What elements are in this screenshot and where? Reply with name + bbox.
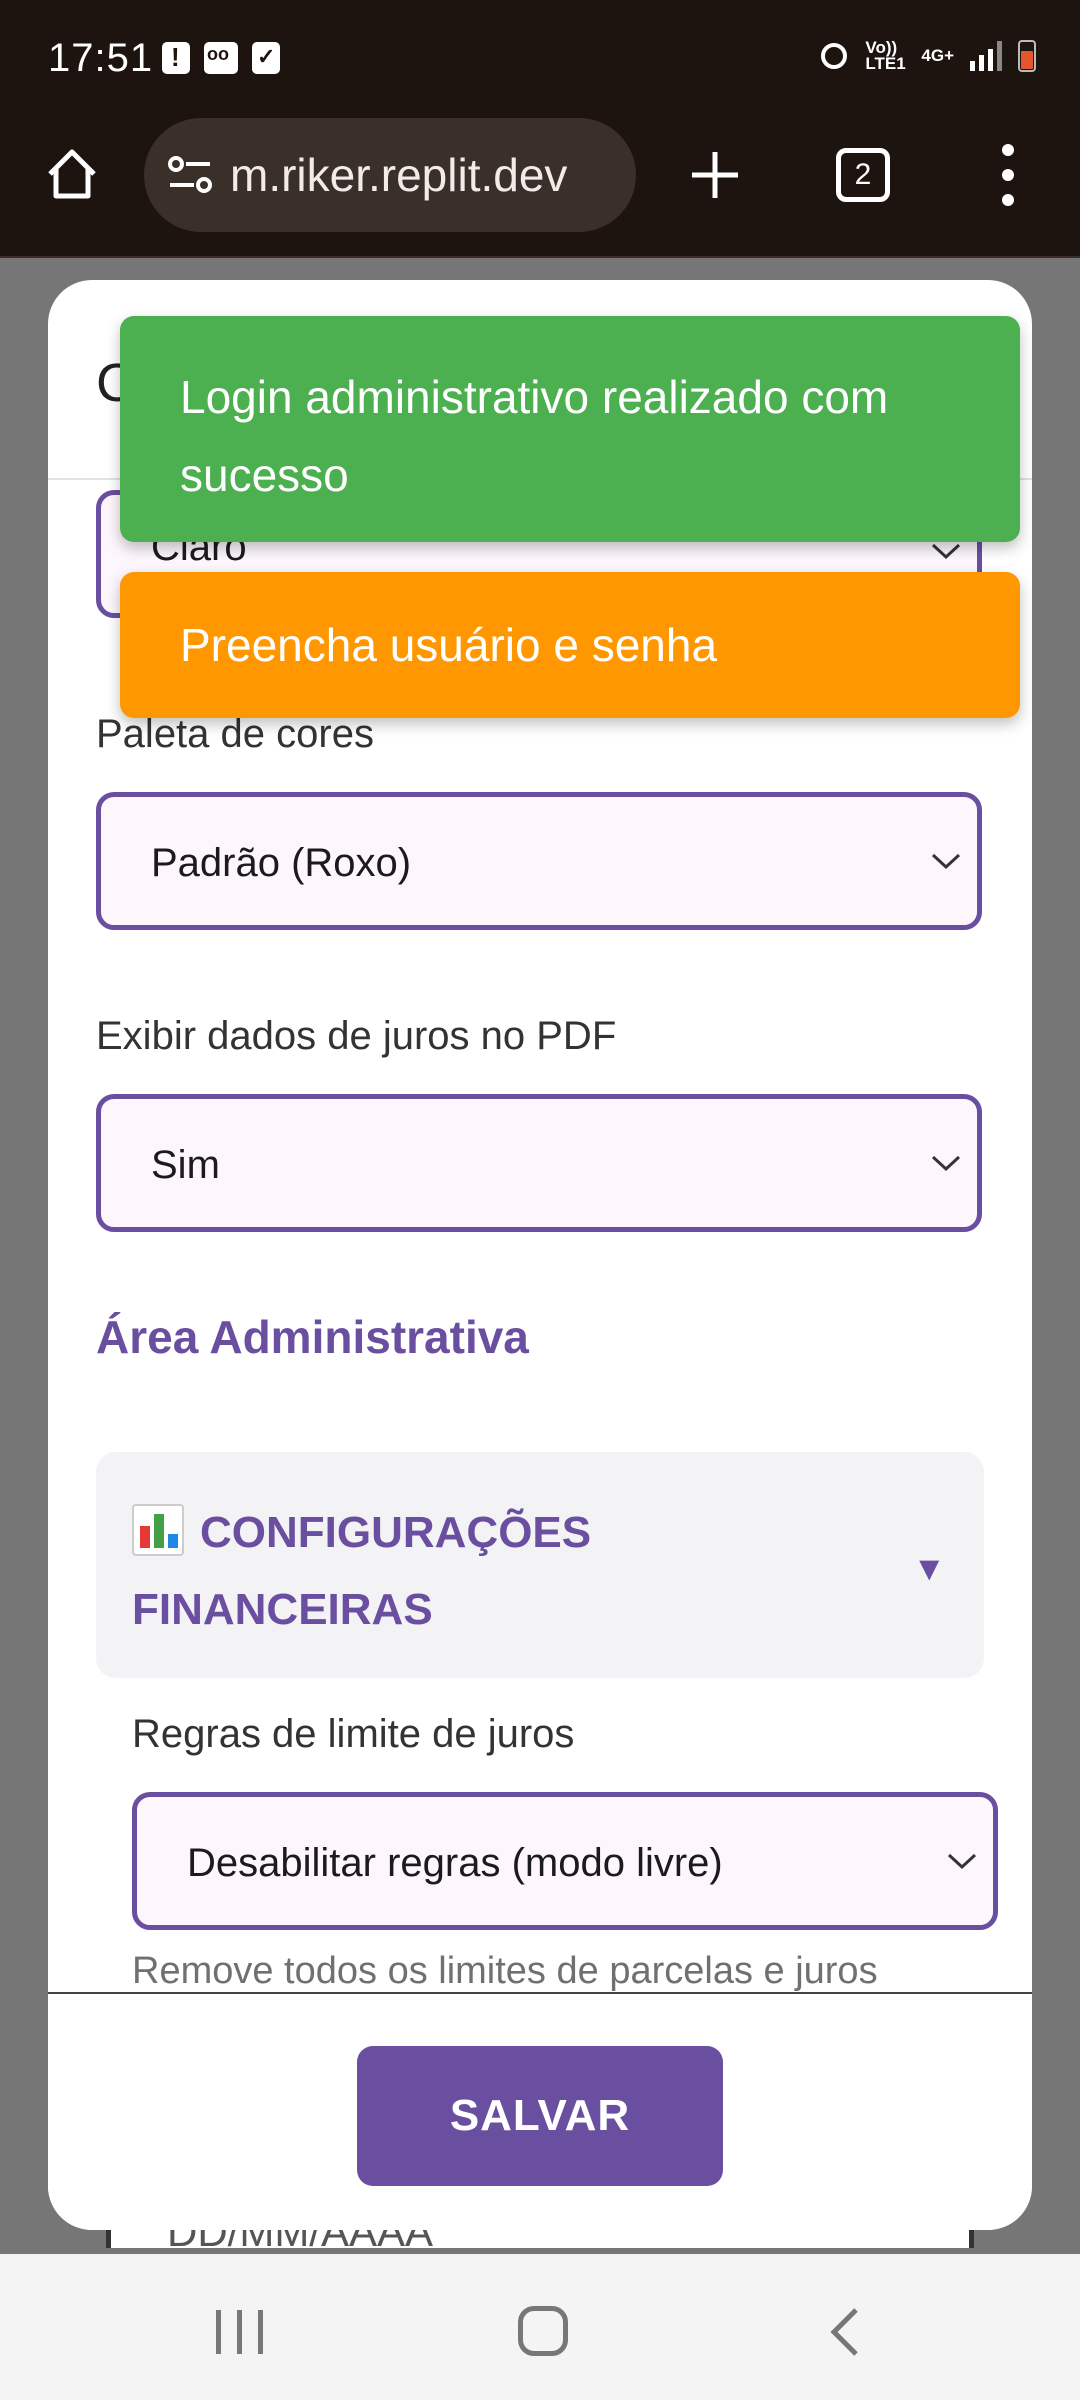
interest-pdf-label: Exibir dados de juros no PDF — [96, 1014, 617, 1058]
more-options-icon[interactable] — [998, 144, 1018, 206]
palette-select-value: Padrão (Roxo) — [151, 841, 412, 885]
rules-hint: Remove todos os limites de parcelas e ju… — [132, 1950, 878, 1992]
save-button[interactable]: SALVAR — [357, 2046, 723, 2186]
interest-pdf-select[interactable]: Sim — [96, 1094, 982, 1232]
recent-apps-icon[interactable] — [216, 2310, 263, 2354]
checkbox-icon — [252, 42, 280, 74]
palette-label: Paleta de cores — [96, 712, 374, 756]
status-bar: 17:51 Vo)) LTE1 4G+ — [0, 0, 1080, 118]
system-nav-bar — [0, 2254, 1080, 2400]
network-4g-icon: 4G+ — [921, 46, 954, 65]
recycle-icon — [821, 43, 848, 69]
toast-warning[interactable]: Preencha usuário e senha — [120, 572, 1020, 718]
rules-select-value: Desabilitar regras (modo livre) — [187, 1841, 723, 1885]
back-icon[interactable] — [826, 2306, 866, 2358]
chevron-down-icon — [947, 1853, 977, 1870]
new-tab-icon[interactable] — [684, 144, 746, 206]
url-text: m.riker.replit.dev — [230, 149, 568, 201]
signal-icon — [970, 41, 1002, 71]
status-time: 17:51 — [48, 36, 154, 80]
tab-switcher-button[interactable]: 2 — [836, 148, 890, 202]
volte-icon: Vo)) LTE1 — [865, 38, 906, 73]
notification-icons — [162, 42, 280, 74]
palette-select[interactable]: Padrão (Roxo) — [96, 792, 982, 930]
address-bar[interactable]: m.riker.replit.dev — [144, 118, 636, 232]
modal-footer: SALVAR — [48, 1992, 1032, 2230]
battery-icon — [1018, 40, 1036, 72]
voicemail-icon — [204, 42, 238, 74]
home-icon[interactable] — [42, 144, 102, 204]
chevron-down-icon — [931, 853, 961, 870]
site-settings-icon[interactable] — [166, 154, 214, 196]
rules-label: Regras de limite de juros — [132, 1712, 575, 1756]
home-button-icon[interactable] — [518, 2306, 568, 2356]
system-icons: Vo)) LTE1 4G+ — [819, 38, 1036, 73]
rules-select[interactable]: Desabilitar regras (modo livre) — [132, 1792, 998, 1930]
chevron-down-icon — [931, 543, 961, 560]
browser-toolbar: m.riker.replit.dev 2 — [0, 118, 1080, 258]
interest-pdf-select-value: Sim — [151, 1143, 220, 1187]
admin-section-title: Área Administrativa — [96, 1311, 529, 1363]
chevron-down-icon — [931, 1155, 961, 1172]
toast-success[interactable]: Login administrativo realizado com suces… — [120, 316, 1020, 542]
alert-icon — [162, 42, 190, 74]
financial-settings-accordion[interactable]: CONFIGURAÇÕES FINANCEIRAS ▼ — [96, 1452, 984, 1678]
caret-down-icon[interactable]: ▼ — [912, 1550, 946, 1589]
accordion-title: CONFIGURAÇÕES FINANCEIRAS — [132, 1508, 592, 1634]
